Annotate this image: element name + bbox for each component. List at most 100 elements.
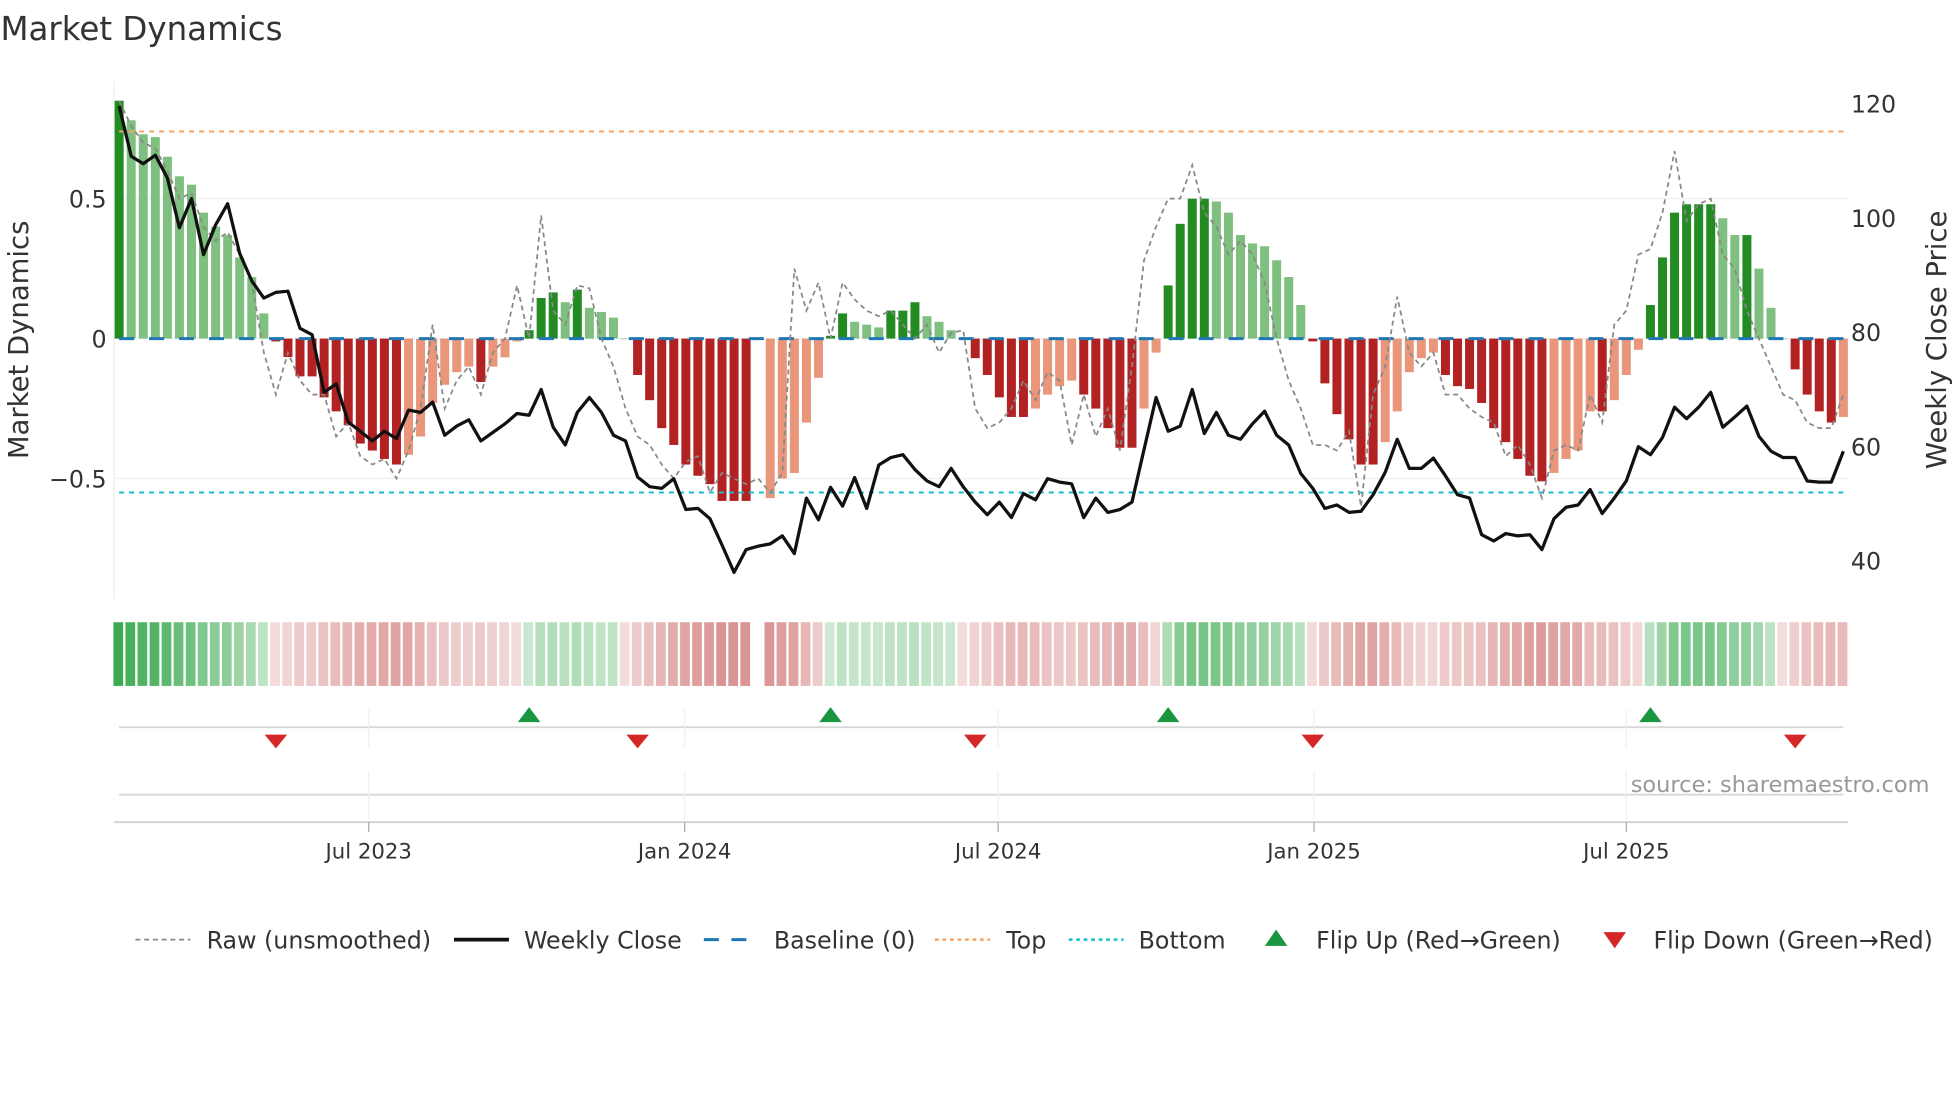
regime-cell	[716, 622, 727, 686]
regime-cell	[824, 622, 835, 686]
y-tick-label-right: 120	[1851, 90, 1896, 118]
regime-cell	[270, 622, 280, 686]
momentum-bar	[1091, 338, 1101, 409]
regime-cell	[1512, 622, 1522, 686]
regime-cell	[860, 622, 871, 686]
momentum-bar	[970, 338, 980, 359]
momentum-bar	[1248, 243, 1258, 339]
legend-label: Flip Up (Red→Green)	[1316, 926, 1561, 954]
momentum-bar	[174, 176, 184, 339]
momentum-bar	[608, 317, 618, 339]
momentum-bar	[621, 338, 631, 340]
regime-cell	[1210, 622, 1221, 686]
momentum-bar	[910, 302, 920, 339]
regime-cell	[933, 622, 944, 686]
regime-cell	[680, 622, 690, 686]
legend-label: Flip Down (Green→Red)	[1653, 926, 1932, 954]
momentum-bar	[235, 257, 245, 339]
regime-cell	[631, 622, 642, 686]
momentum-bar	[1223, 212, 1233, 339]
regime-cell	[1644, 622, 1655, 686]
momentum-bar	[1754, 268, 1764, 339]
momentum-bar	[801, 338, 811, 423]
momentum-bar	[1356, 338, 1366, 465]
regime-cell	[1343, 622, 1354, 686]
momentum-bar	[657, 338, 667, 429]
regime-cell	[354, 622, 365, 686]
regime-cell	[1608, 622, 1619, 686]
momentum-bar	[379, 338, 389, 459]
momentum-bar	[1127, 338, 1137, 448]
legend: Raw (unsmoothed) Weekly Close Baseline (0)…	[135, 926, 1933, 954]
momentum-bar	[1380, 338, 1390, 443]
regime-cell	[1077, 622, 1088, 686]
x-tick-label: Jan 2025	[1265, 839, 1361, 864]
x-tick-label: Jan 2024	[636, 839, 732, 864]
regime-cell	[1126, 622, 1136, 686]
momentum-bar	[1802, 338, 1812, 395]
momentum-bar	[367, 338, 377, 451]
regime-cell	[1825, 622, 1836, 686]
momentum-bar	[1766, 307, 1776, 339]
regime-cell	[1065, 622, 1076, 686]
momentum-bar	[1706, 204, 1716, 339]
momentum-bar	[331, 338, 341, 412]
regime-cell	[1186, 622, 1197, 686]
source-note: source: sharemaestro.com	[1631, 772, 1930, 798]
x-tick-label: Jul 2023	[324, 839, 412, 864]
momentum-bar	[741, 338, 751, 501]
regime-cell	[1777, 622, 1788, 686]
momentum-bar	[705, 338, 715, 485]
momentum-bar	[1320, 338, 1330, 384]
y-tick-label-right: 100	[1851, 205, 1896, 233]
momentum-bar	[1260, 246, 1270, 339]
regime-cell	[1729, 622, 1739, 686]
regime-cell	[1379, 622, 1390, 686]
momentum-bar	[1368, 338, 1378, 465]
momentum-bar	[1235, 235, 1245, 339]
regime-cell	[209, 622, 220, 686]
regime-cell	[282, 622, 292, 686]
momentum-bar	[1633, 338, 1643, 350]
regime-cell	[1596, 622, 1607, 686]
regime-cell	[1331, 622, 1341, 686]
momentum-bar	[1043, 338, 1053, 395]
regime-cell	[1307, 622, 1317, 686]
momentum-bar	[838, 313, 848, 339]
legend-label: Top	[1005, 926, 1046, 954]
momentum-bar	[1694, 204, 1704, 339]
legend-label: Weekly Close	[524, 926, 682, 954]
momentum-bar	[874, 327, 884, 339]
momentum-bar	[452, 338, 462, 373]
regime-cell	[1753, 622, 1763, 686]
regime-cell	[499, 622, 509, 686]
regime-cell	[1090, 622, 1100, 686]
momentum-bar	[1018, 338, 1028, 417]
momentum-bar	[1742, 235, 1752, 339]
chart-title: Market Dynamics	[0, 10, 282, 48]
momentum-bar	[934, 321, 944, 339]
y-tick-label-right: 60	[1851, 433, 1881, 461]
regime-cell	[1017, 622, 1028, 686]
regime-cell	[1717, 622, 1727, 686]
regime-cell	[668, 622, 678, 686]
regime-cell	[1548, 622, 1558, 686]
regime-cell	[438, 622, 449, 686]
momentum-bar	[681, 338, 691, 465]
regime-cell	[812, 622, 823, 686]
regime-cell	[535, 622, 546, 686]
market-dynamics-chart: Market Dynamics 0.5 0 −0.5 120 100 80 60 40 Jul …	[0, 10, 1952, 954]
regime-cell	[1536, 622, 1546, 686]
regime-cell	[113, 622, 124, 686]
momentum-bar	[994, 338, 1004, 398]
regime-cell	[463, 622, 473, 686]
regime-cell	[1403, 622, 1414, 686]
regime-cell	[1391, 622, 1402, 686]
regime-cell	[161, 622, 172, 686]
momentum-bar	[211, 226, 221, 339]
regime-cell	[885, 622, 895, 686]
y-axis-label: Market Dynamics	[3, 221, 35, 460]
regime-cell	[1029, 622, 1040, 686]
legend-flip-down-icon	[1603, 932, 1626, 949]
regime-cell	[1813, 622, 1824, 686]
